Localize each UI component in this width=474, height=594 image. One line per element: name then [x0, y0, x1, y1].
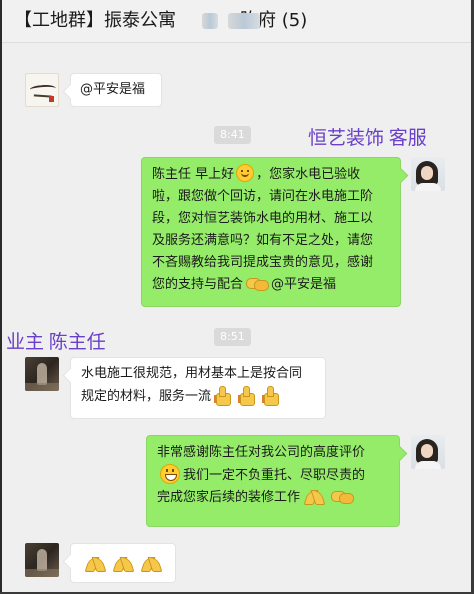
handshake-emoji-icon [246, 276, 270, 291]
message-mention: @平安是福 [271, 277, 337, 292]
message-text: 不吝赐教给我司提成宝贵的意见，感谢 [152, 255, 374, 270]
pray-hands-emoji-icon [303, 488, 326, 505]
pray-hands-emoji-icon [112, 555, 135, 572]
redacted-name-blur [202, 13, 218, 29]
message-text: 水电施工很规范，用材基本上是按合同 [81, 366, 303, 381]
message-line: 规定的材料，服务一流 [81, 385, 315, 408]
chat-title-head: 【工地群】振泰公寓 [14, 10, 176, 31]
message-text: 您的支持与配合 [152, 277, 244, 292]
message-timestamp: 8:51 [214, 328, 251, 346]
self-avatar[interactable] [411, 435, 445, 469]
smile-emoji-icon [236, 164, 255, 182]
sender-avatar[interactable] [25, 543, 59, 577]
message-line: 完成您家后续的装修工作 [157, 487, 389, 509]
message-bubble[interactable]: @平安是福 [70, 73, 162, 107]
owner-annotation: 业主 陈主任 [6, 332, 106, 353]
message-text: 段，您对恒艺装饰水电的用材、施工以 [152, 211, 374, 226]
window-frame-left [0, 0, 2, 594]
message-bubble[interactable]: 陈主任 早上好 ，您家水电已验收 啦，跟您做个回访，请问在水电施工阶 段，您对恒艺… [141, 157, 401, 307]
sender-avatar[interactable] [25, 73, 59, 107]
message-bubble[interactable]: 水电施工很规范，用材基本上是按合同 规定的材料，服务一流 [70, 357, 326, 419]
message-bubble[interactable]: 非常感谢陈主任对我公司的高度评价 我们一定不负重托、尽职尽责的 完成您家后续的装… [146, 435, 400, 527]
handshake-emoji-icon [331, 489, 355, 504]
chat-title: 【工地群】振泰公寓 陈府 (5) [14, 0, 307, 42]
thumbs-up-emoji-icon [238, 385, 256, 406]
message-text: 规定的材料，服务一流 [81, 389, 212, 404]
company-annotation: 恒艺装饰 客服 [308, 128, 427, 149]
message-line: 陈主任 早上好 ，您家水电已验收 [152, 164, 390, 186]
message-bubble[interactable] [70, 543, 176, 583]
message-text: @平安是福 [80, 82, 146, 97]
pray-hands-emoji-icon [140, 555, 163, 572]
sender-avatar[interactable] [25, 357, 59, 391]
message-text: 非常感谢陈主任对我公司的高度评价 [157, 445, 366, 460]
message-text: 及服务还满意吗？如有不足之处，请您 [152, 233, 374, 248]
message-line: 我们一定不负重托、尽职尽责的 [157, 464, 389, 487]
pray-hands-emoji-icon [84, 555, 107, 572]
message-line: 您的支持与配合 @平安是福 [152, 274, 390, 296]
redacted-name-blur [228, 13, 260, 29]
message-text: ，您家水电已验收 [256, 167, 361, 182]
message-line [81, 554, 165, 576]
self-avatar[interactable] [411, 157, 445, 191]
message-text: 陈主任 早上好 [152, 167, 235, 182]
message-text: 我们一定不负重托、尽职尽责的 [183, 468, 366, 483]
message-timestamp: 8:41 [214, 126, 251, 144]
chat-title-bar: 【工地群】振泰公寓 陈府 (5) [2, 0, 471, 43]
grin-emoji-icon [160, 464, 180, 484]
message-text: 啦，跟您做个回访，请问在水电施工阶 [152, 189, 374, 204]
message-text: 完成您家后续的装修工作 [157, 490, 301, 505]
thumbs-up-emoji-icon [262, 385, 280, 406]
thumbs-up-emoji-icon [214, 385, 232, 406]
